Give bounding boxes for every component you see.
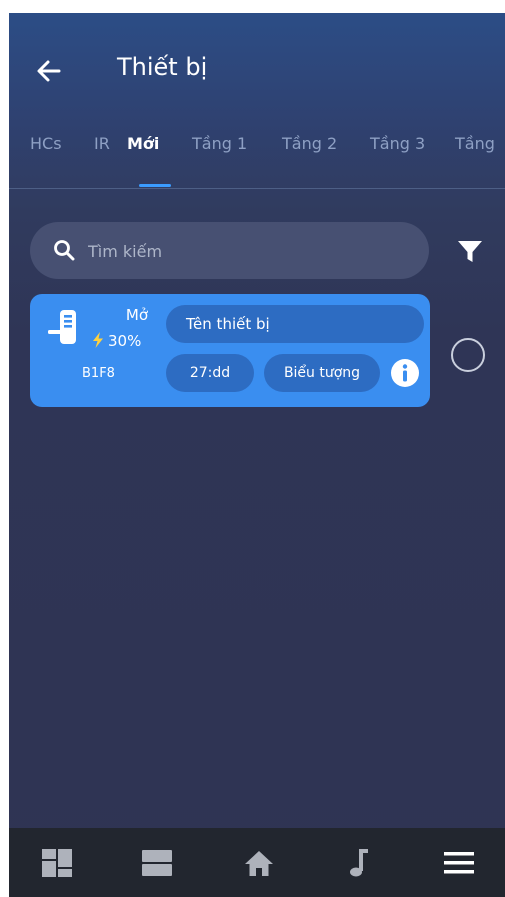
device-card[interactable]: Mở 30% B1F8 Tên thiết bị 27:dd Biểu tượn… xyxy=(30,294,430,407)
tab-tang-more[interactable]: Tầng xyxy=(455,134,495,153)
tab-moi[interactable]: Mới xyxy=(127,134,159,153)
tab-tang-2[interactable]: Tầng 2 xyxy=(282,134,337,153)
tab-tang-1[interactable]: Tầng 1 xyxy=(192,134,247,153)
active-tab-indicator xyxy=(139,184,171,187)
dashboard-icon xyxy=(42,849,72,877)
nav-menu[interactable] xyxy=(441,846,477,880)
lightning-icon xyxy=(93,332,103,348)
back-button[interactable] xyxy=(33,55,65,87)
list-icon xyxy=(142,850,172,876)
device-icon-button[interactable]: Biểu tượng xyxy=(264,354,380,392)
search-icon xyxy=(54,240,75,261)
search-input[interactable] xyxy=(86,236,410,266)
home-icon xyxy=(245,851,273,876)
device-name-field[interactable]: Tên thiết bị xyxy=(166,305,424,343)
app-header: Thiết bị xyxy=(9,13,505,133)
bottom-navigation xyxy=(9,828,505,897)
door-sensor-icon xyxy=(48,310,76,344)
battery-value: 30% xyxy=(108,332,142,350)
nav-dashboard[interactable] xyxy=(39,846,75,880)
device-id: B1F8 xyxy=(82,366,115,381)
device-info-button[interactable] xyxy=(390,358,420,388)
page-title: Thiết bị xyxy=(117,53,208,81)
search-bar[interactable] xyxy=(30,222,429,279)
device-time-button[interactable]: 27:dd xyxy=(166,354,254,392)
arrow-left-icon xyxy=(37,60,61,82)
filter-icon xyxy=(458,241,482,262)
nav-home[interactable] xyxy=(241,846,277,880)
tab-ir[interactable]: IR xyxy=(94,134,110,153)
menu-icon xyxy=(444,852,474,874)
nav-music[interactable] xyxy=(341,846,377,880)
info-icon xyxy=(391,359,419,387)
app-screen: Thiết bị HCs IR Mới Tầng 1 Tầng 2 Tầng 3… xyxy=(9,13,505,897)
filter-button[interactable] xyxy=(456,237,484,265)
tab-bar: HCs IR Mới Tầng 1 Tầng 2 Tầng 3 Tầng xyxy=(9,128,505,188)
tab-tang-3[interactable]: Tầng 3 xyxy=(370,134,425,153)
tabs-divider xyxy=(9,188,505,189)
nav-list[interactable] xyxy=(139,846,175,880)
battery-level: 30% xyxy=(92,332,141,350)
music-note-icon xyxy=(350,849,368,877)
device-select-checkbox[interactable] xyxy=(451,338,485,372)
tab-hcs[interactable]: HCs xyxy=(30,134,62,153)
device-status: Mở xyxy=(125,306,148,324)
